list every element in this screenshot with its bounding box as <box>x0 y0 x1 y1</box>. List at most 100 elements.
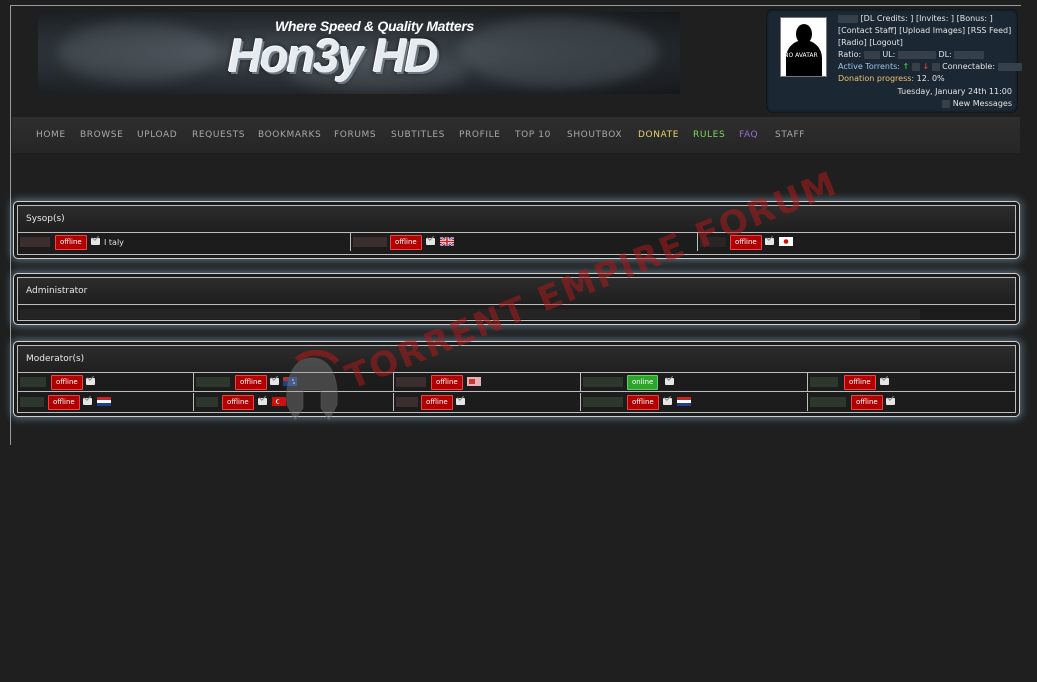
nav-browse[interactable]: BROWSE <box>80 130 123 140</box>
staff-username[interactable] <box>20 237 50 247</box>
download-label: DL: <box>938 50 952 59</box>
mail-icon[interactable] <box>258 398 267 405</box>
staff-cell: offline <box>698 233 1015 251</box>
upload-value-blur <box>897 50 936 59</box>
status-badge: offline <box>730 235 762 250</box>
staff-username[interactable] <box>810 397 846 407</box>
status-badge: offline <box>222 395 254 410</box>
status-badge: offline <box>390 235 422 250</box>
frame-top-border <box>10 5 1021 6</box>
donation-progress-value: 12. 0% <box>916 74 945 83</box>
connectable-label: Connectable: <box>942 62 996 71</box>
moderators-panel: Moderator(s) offline offline offline onl… <box>13 341 1020 417</box>
staff-cell: offline <box>18 373 194 391</box>
leeching-count-blur <box>931 62 940 71</box>
status-badge: offline <box>627 395 659 410</box>
turkey-flag-icon <box>272 397 286 406</box>
admin-list-blur <box>20 309 920 319</box>
frame-left-border <box>10 5 11 445</box>
mail-icon[interactable] <box>270 378 279 385</box>
nav-forums[interactable]: FORUMS <box>334 130 376 140</box>
staff-username[interactable] <box>396 397 418 407</box>
staff-cell: offline <box>351 233 698 251</box>
nav-home[interactable]: HOME <box>36 130 66 140</box>
nav-donate[interactable]: DONATE <box>638 130 679 140</box>
staff-username[interactable] <box>196 397 218 407</box>
seeding-arrow-icon: ↑ <box>902 62 910 71</box>
mail-icon[interactable] <box>83 398 92 405</box>
uk-flag-icon <box>440 237 454 246</box>
username-blur[interactable] <box>838 14 858 23</box>
country-name: I taly <box>104 238 124 247</box>
nav-rules[interactable]: RULES <box>693 130 725 140</box>
staff-username[interactable] <box>20 377 46 387</box>
site-logo: Hon3y HD <box>228 29 439 82</box>
nav-subtitles[interactable]: SUBTITLES <box>391 130 445 140</box>
account-links[interactable]: [Contact Staff] [Upload Images] [RSS Fee… <box>838 26 1011 35</box>
active-torrents-label: Active Torrents: <box>838 62 900 71</box>
mail-icon[interactable] <box>456 398 465 405</box>
donation-progress-label[interactable]: Donation progress: <box>838 74 914 83</box>
new-messages-link[interactable]: New Messages <box>953 99 1012 108</box>
netherlands-flag-icon <box>677 397 691 406</box>
staff-cell: offline <box>581 393 808 411</box>
upload-label: UL: <box>882 50 896 59</box>
seeding-count-blur <box>911 62 920 71</box>
nav-bookmarks[interactable]: BOOKMARKS <box>258 130 321 140</box>
staff-username[interactable] <box>583 397 623 407</box>
staff-cell: offline <box>394 393 581 411</box>
nav-faq[interactable]: FAQ <box>739 130 758 140</box>
nav-shoutbox[interactable]: SHOUTBOX <box>567 130 622 140</box>
user-panel: NO AVATAR [DL Credits: ] [Invites: ] [Bo… <box>766 9 1022 113</box>
staff-cell: offline I taly <box>18 233 351 251</box>
country-flag-icon <box>467 377 481 386</box>
avatar-placeholder-text: NO AVATAR <box>784 52 818 59</box>
nav-top10[interactable]: TOP 10 <box>515 130 551 140</box>
mail-icon[interactable] <box>665 378 674 385</box>
main-navigation: HOME BROWSE UPLOAD REQUESTS BOOKMARKS FO… <box>12 117 1020 153</box>
staff-username[interactable] <box>583 377 623 387</box>
nav-staff[interactable]: STAFF <box>775 130 805 140</box>
status-badge: online <box>627 375 659 390</box>
status-badge: offline <box>48 395 80 410</box>
nav-requests[interactable]: REQUESTS <box>192 130 245 140</box>
message-icon <box>942 99 951 108</box>
status-badge: offline <box>851 395 883 410</box>
current-date: Tuesday, January 24th 11:00 <box>897 87 1013 96</box>
mail-icon[interactable] <box>880 378 889 385</box>
mail-icon[interactable] <box>663 398 672 405</box>
sysops-title: Sysop(s) <box>26 214 65 224</box>
status-badge: offline <box>431 375 463 390</box>
mail-icon[interactable] <box>886 398 895 405</box>
nav-profile[interactable]: PROFILE <box>459 130 501 140</box>
mail-icon[interactable] <box>426 238 435 245</box>
connectable-value-blur <box>997 62 1022 71</box>
staff-cell: online <box>581 373 808 391</box>
staff-username[interactable] <box>396 377 426 387</box>
radio-logout-links[interactable]: [Radio] [Logout] <box>838 38 903 47</box>
staff-username[interactable] <box>20 397 44 407</box>
site-banner[interactable]: Where Speed & Quality Matters Hon3y HD <box>38 12 680 94</box>
australia-flag-icon <box>283 377 297 386</box>
staff-username[interactable] <box>810 377 838 387</box>
avatar[interactable]: NO AVATAR <box>780 17 827 77</box>
nav-upload[interactable]: UPLOAD <box>137 130 177 140</box>
leeching-arrow-icon: ↓ <box>922 62 930 71</box>
mail-icon[interactable] <box>86 378 95 385</box>
staff-cell: offline <box>194 393 394 411</box>
staff-username[interactable] <box>700 237 726 247</box>
staff-cell: offline <box>394 373 581 391</box>
mail-icon[interactable] <box>765 238 774 245</box>
staff-cell: offline <box>808 393 1015 411</box>
staff-cell: offline <box>194 373 394 391</box>
staff-username[interactable] <box>196 377 230 387</box>
download-value-blur <box>954 50 985 59</box>
credits-invites-bonus-links[interactable]: [DL Credits: ] [Invites: ] [Bonus: ] <box>861 14 993 23</box>
netherlands-flag-icon <box>97 397 111 406</box>
staff-username[interactable] <box>353 237 387 247</box>
ratio-label: Ratio: <box>838 50 862 59</box>
status-badge: offline <box>51 375 83 390</box>
administrator-title: Administrator <box>26 286 88 296</box>
mail-icon[interactable] <box>91 238 100 245</box>
staff-cell: offline <box>808 373 1015 391</box>
